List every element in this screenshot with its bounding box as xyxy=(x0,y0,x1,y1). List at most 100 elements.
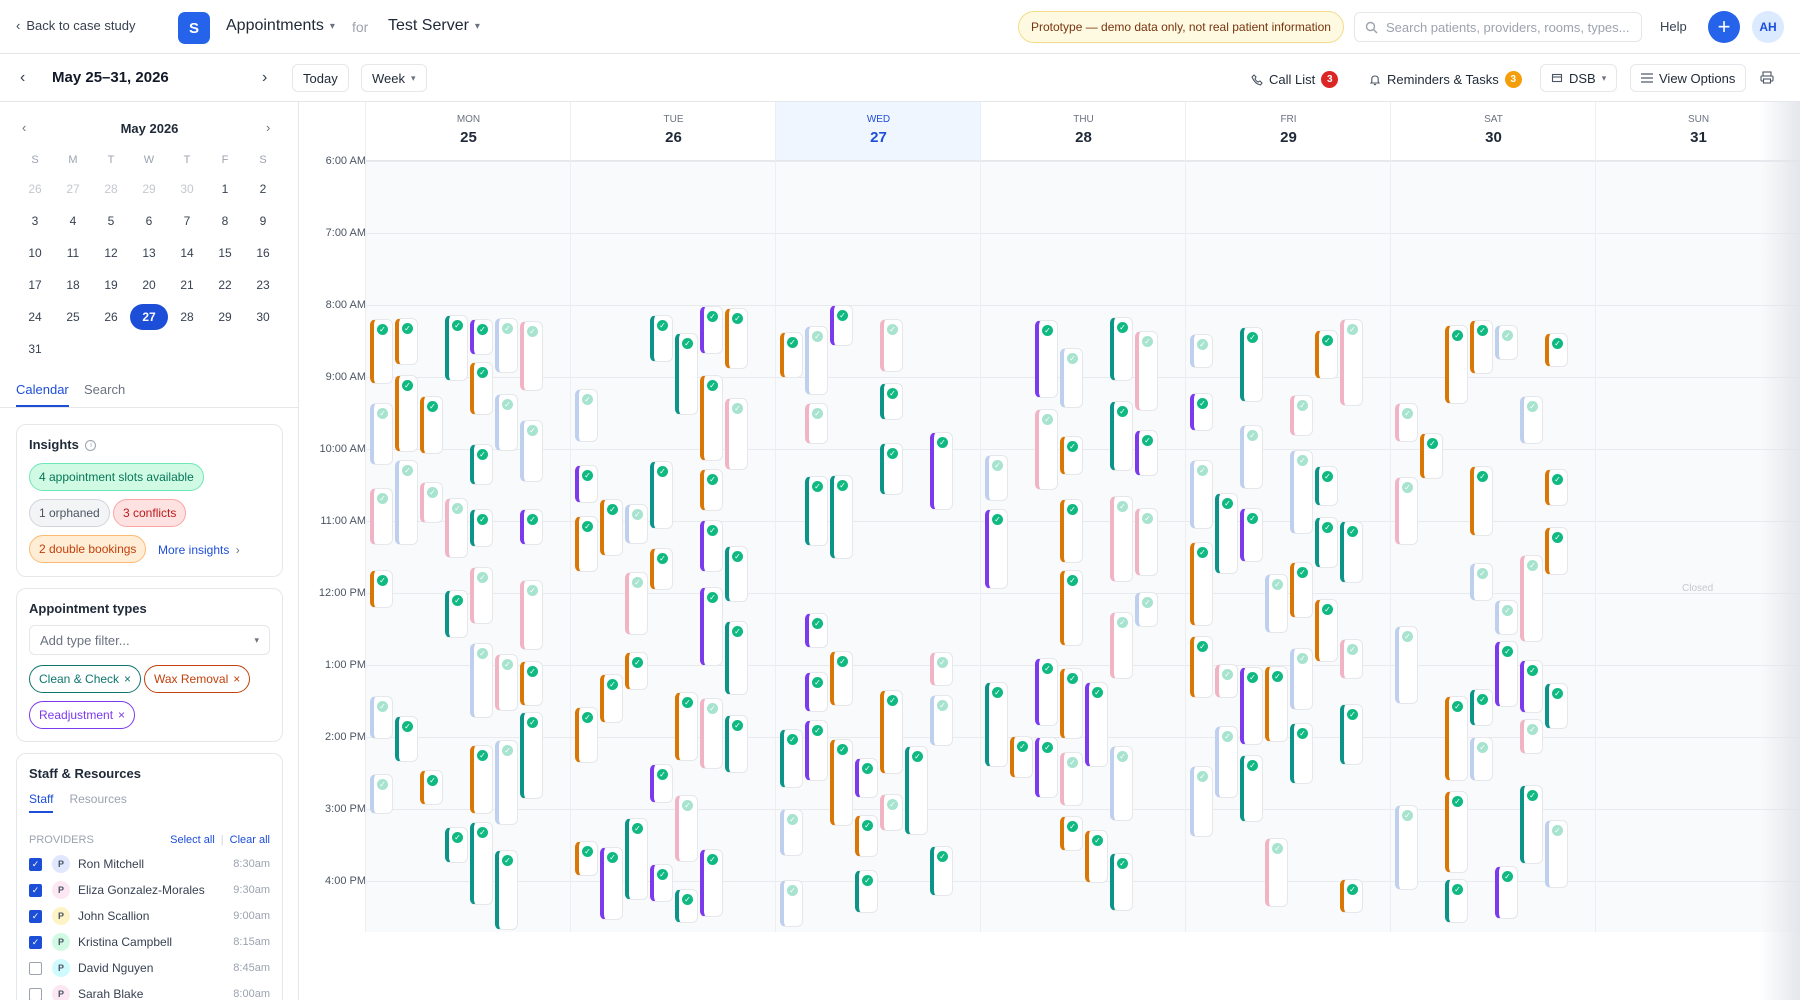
appointment-block[interactable]: ✓ xyxy=(985,509,1008,589)
appointment-block[interactable]: ✓ xyxy=(495,318,518,373)
appointment-block[interactable]: ✓ xyxy=(650,461,673,529)
appointment-block[interactable]: ✓ xyxy=(780,809,803,856)
appointment-block[interactable]: ✓ xyxy=(1445,879,1468,923)
day-header[interactable]: MON 25 xyxy=(366,102,571,161)
appointment-block[interactable]: ✓ xyxy=(930,652,953,686)
appointment-block[interactable]: ✓ xyxy=(575,389,598,442)
appointment-block[interactable]: ✓ xyxy=(370,403,393,465)
call-list-button[interactable]: Call List 3 xyxy=(1251,71,1339,88)
mini-calendar-day[interactable]: 21 xyxy=(168,272,206,298)
provider-row[interactable]: P Sarah Blake 8:00am xyxy=(29,984,270,1000)
provider-checkbox[interactable]: ✓ xyxy=(29,883,42,897)
mini-calendar-day[interactable]: 26 xyxy=(16,176,54,202)
more-insights-link[interactable]: More insights › xyxy=(158,543,240,557)
appointment-block[interactable]: ✓ xyxy=(600,847,623,920)
appointment-block[interactable]: ✓ xyxy=(1315,599,1338,662)
appointment-block[interactable]: ✓ xyxy=(1265,574,1288,633)
appointment-block[interactable]: ✓ xyxy=(1395,403,1418,442)
appointment-block[interactable]: ✓ xyxy=(780,332,803,378)
mini-calendar-day[interactable]: 25 xyxy=(54,304,92,330)
appointment-block[interactable]: ✓ xyxy=(495,850,518,930)
mini-calendar-day[interactable]: 9 xyxy=(244,208,282,234)
appointment-block[interactable]: ✓ xyxy=(520,321,543,391)
provider-checkbox[interactable] xyxy=(29,987,42,1000)
appointment-block[interactable]: ✓ xyxy=(575,707,598,763)
appointment-block[interactable]: ✓ xyxy=(445,827,468,863)
appointment-block[interactable]: ✓ xyxy=(1340,704,1363,765)
select-all-link[interactable]: Select all xyxy=(170,834,215,846)
appointment-block[interactable]: ✓ xyxy=(395,460,418,545)
appointment-block[interactable]: ✓ xyxy=(1340,319,1363,406)
app-switcher[interactable]: Appointments ▾ xyxy=(226,17,335,35)
appointment-block[interactable]: ✓ xyxy=(1340,639,1363,679)
type-chip-clean-check[interactable]: Clean & Check × xyxy=(29,665,142,693)
mini-calendar-day[interactable]: 13 xyxy=(130,240,168,266)
appointment-block[interactable]: ✓ xyxy=(470,567,493,624)
appointment-block[interactable]: ✓ xyxy=(1190,636,1213,698)
appointment-block[interactable]: ✓ xyxy=(625,818,648,900)
mini-calendar-day[interactable]: 30 xyxy=(244,304,282,330)
appointment-block[interactable]: ✓ xyxy=(520,712,543,799)
appointment-block[interactable]: ✓ xyxy=(1520,785,1543,864)
appointment-block[interactable]: ✓ xyxy=(1520,719,1543,754)
mini-calendar-day[interactable]: 2 xyxy=(244,176,282,202)
appointment-block[interactable]: ✓ xyxy=(395,318,418,365)
day-grid[interactable]: ✓ ✓ ✓ ✓ ✓ ✓ ✓ ✓ ✓ ✓ ✓ ✓ ✓ ✓ ✓ ✓ ✓ ✓ ✓ ✓ ✓ ✓ ✓ ✓ ✓ ✓ ✓ xyxy=(981,161,1186,932)
provider-row[interactable]: ✓ P Eliza Gonzalez-Morales 9:30am xyxy=(29,880,270,900)
day-grid[interactable]: ✓ ✓ ✓ ✓ ✓ ✓ ✓ ✓ ✓ ✓ ✓ ✓ ✓ ✓ ✓ ✓ ✓ ✓ ✓ ✓ ✓ ✓ ✓ ✓ ✓ ✓ ✓ ✓ ✓ ✓ ✓ ✓ ✓ xyxy=(571,161,776,932)
day-header[interactable]: SAT 30 xyxy=(1391,102,1596,161)
tab-search[interactable]: Search xyxy=(84,382,125,405)
appointment-block[interactable]: ✓ xyxy=(575,465,598,503)
appointment-block[interactable]: ✓ xyxy=(1520,555,1543,642)
appointment-block[interactable]: ✓ xyxy=(930,846,953,896)
server-switcher[interactable]: Test Server ▾ xyxy=(388,17,480,35)
appointment-block[interactable]: ✓ xyxy=(1445,325,1468,404)
appointment-block[interactable]: ✓ xyxy=(1265,838,1288,907)
appointment-block[interactable]: ✓ xyxy=(1290,450,1313,534)
provider-row[interactable]: ✓ P John Scallion 9:00am xyxy=(29,906,270,926)
appointment-block[interactable]: ✓ xyxy=(1190,542,1213,626)
mini-calendar-day[interactable]: 4 xyxy=(54,208,92,234)
mini-calendar-day[interactable]: 17 xyxy=(16,272,54,298)
appointment-block[interactable]: ✓ xyxy=(830,739,853,826)
appointment-block[interactable]: ✓ xyxy=(575,516,598,572)
mini-calendar-day[interactable]: 23 xyxy=(244,272,282,298)
mini-calendar-day[interactable]: 26 xyxy=(92,304,130,330)
appointment-block[interactable]: ✓ xyxy=(520,420,543,482)
next-week-button[interactable]: › xyxy=(262,69,267,87)
appointment-block[interactable]: ✓ xyxy=(1470,320,1493,374)
appointment-block[interactable]: ✓ xyxy=(600,499,623,556)
provider-row[interactable]: P David Nguyen 8:45am xyxy=(29,958,270,978)
tab-staff[interactable]: Staff xyxy=(29,792,54,813)
appointment-block[interactable]: ✓ xyxy=(1470,737,1493,781)
appointment-block[interactable]: ✓ xyxy=(930,695,953,746)
appointment-block[interactable]: ✓ xyxy=(1135,430,1158,476)
appointment-block[interactable]: ✓ xyxy=(395,375,418,452)
mini-calendar-day[interactable]: 15 xyxy=(206,240,244,266)
appointment-block[interactable]: ✓ xyxy=(805,672,828,712)
back-to-case-study-link[interactable]: ‹ Back to case study xyxy=(16,18,135,33)
appointment-block[interactable]: ✓ xyxy=(445,315,468,381)
appointment-block[interactable]: ✓ xyxy=(1110,496,1133,582)
appointment-block[interactable]: ✓ xyxy=(1395,626,1418,704)
appointment-block[interactable]: ✓ xyxy=(805,720,828,781)
appointment-block[interactable]: ✓ xyxy=(700,520,723,572)
day-grid[interactable]: Closed xyxy=(1596,161,1800,932)
appointment-block[interactable]: ✓ xyxy=(985,682,1008,767)
mini-calendar-day[interactable]: 31 xyxy=(16,336,54,362)
appointment-block[interactable]: ✓ xyxy=(520,509,543,545)
mini-calendar-day[interactable]: 5 xyxy=(92,208,130,234)
provider-checkbox[interactable]: ✓ xyxy=(29,935,42,949)
appointment-block[interactable]: ✓ xyxy=(1340,521,1363,583)
appointment-block[interactable]: ✓ xyxy=(880,383,903,420)
appointment-block[interactable]: ✓ xyxy=(1545,683,1568,729)
mini-calendar-day[interactable]: 29 xyxy=(130,176,168,202)
appointment-block[interactable]: ✓ xyxy=(1495,325,1518,360)
provider-checkbox[interactable]: ✓ xyxy=(29,909,42,923)
day-header[interactable]: WED 27 xyxy=(776,102,981,161)
mini-calendar-day[interactable]: 27 xyxy=(130,304,168,330)
mini-calendar-day[interactable]: 6 xyxy=(130,208,168,234)
today-button[interactable]: Today xyxy=(292,64,349,92)
close-icon[interactable]: × xyxy=(124,672,131,686)
clear-all-link[interactable]: Clear all xyxy=(230,834,270,846)
